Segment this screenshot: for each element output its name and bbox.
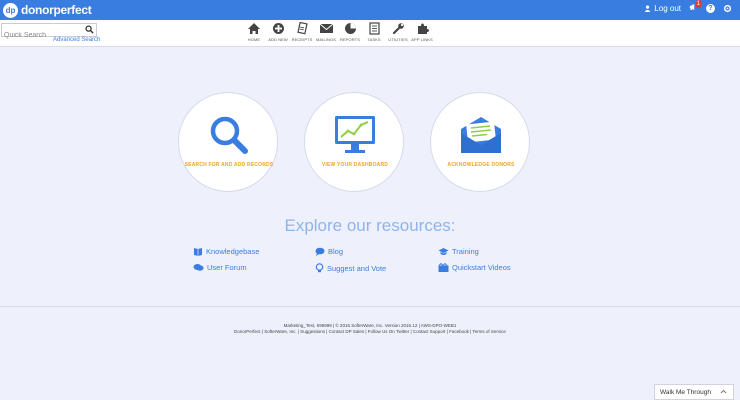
search-add-records-button[interactable]: SEARCH FOR AND ADD RECORDS [178, 92, 278, 192]
chevron-up-icon [720, 389, 727, 394]
reports-icon [344, 23, 356, 34]
view-dashboard-button[interactable]: VIEW YOUR DASHBOARD [304, 92, 404, 192]
logo-text: donorperfect [21, 3, 92, 17]
walkme-label: Walk Me Through [660, 388, 711, 396]
tasks-icon [368, 22, 380, 35]
search-icon [210, 116, 248, 154]
nav-receipts[interactable]: RECEIPTS [290, 22, 314, 42]
resource-label: Suggest and Vote [327, 263, 387, 273]
nav-label: TASKS [367, 37, 381, 42]
search-icon[interactable] [85, 25, 94, 34]
resource-label: User Forum [207, 263, 247, 272]
puzzle-icon [417, 23, 429, 34]
graduation-cap-icon [438, 248, 449, 255]
nav-app-links[interactable]: APP LINKS [410, 22, 434, 42]
resource-suggest-vote[interactable]: Suggest and Vote [315, 263, 386, 273]
logout-label: Log out [654, 3, 681, 13]
video-icon [438, 263, 449, 272]
nav-utilities[interactable]: UTILITIES [386, 22, 410, 42]
advanced-search-link[interactable]: Advanced Search [53, 37, 100, 43]
footer-links[interactable]: DonorPerfect | SofterWare, Inc. | Sugges… [0, 329, 740, 334]
add-icon [272, 23, 284, 34]
top-right-controls: Log out 1 ? [644, 0, 732, 13]
logo-badge: dp [3, 2, 18, 18]
mail-icon [319, 23, 333, 33]
home-icon [248, 23, 260, 34]
resource-label: Knowledgebase [206, 247, 260, 256]
nav-tasks[interactable]: TASKS [362, 22, 386, 42]
notification-count: 1 [694, 0, 702, 8]
action-label: ACKNOWLEDGE DONORS [447, 162, 515, 168]
receipts-icon [297, 22, 308, 35]
footer-divider [0, 306, 740, 307]
gear-icon[interactable] [723, 4, 732, 13]
wrench-icon [392, 23, 404, 35]
nav-mailings[interactable]: MAILINGS [314, 22, 338, 42]
logo[interactable]: dp donorperfect [3, 2, 92, 18]
help-icon[interactable]: ? [706, 3, 715, 13]
nav-label: APP LINKS [411, 37, 433, 42]
nav-home[interactable]: HOME [242, 22, 266, 42]
quick-search [1, 23, 97, 42]
blog-icon [315, 247, 325, 256]
book-icon [194, 248, 202, 256]
logout-button[interactable]: Log out [644, 4, 681, 13]
nav-add-new[interactable]: ADD NEW [266, 22, 290, 42]
nav-label: MAILINGS [316, 37, 336, 42]
resource-user-forum[interactable]: User Forum [193, 263, 247, 272]
dashboard-icon [335, 116, 375, 153]
resource-quickstart-videos[interactable]: Quickstart Videos [438, 263, 511, 272]
main-nav: HOME ADD NEW RECEIPTS MAILINGS REPORTS T… [242, 22, 434, 42]
envelope-icon [461, 117, 501, 153]
nav-label: REPORTS [340, 37, 360, 42]
resource-knowledgebase[interactable]: Knowledgebase [193, 247, 259, 256]
nav-label: HOME [247, 37, 261, 42]
resource-blog[interactable]: Blog [315, 247, 343, 256]
acknowledge-donors-button[interactable]: ACKNOWLEDGE DONORS [430, 92, 530, 192]
action-label: VIEW YOUR DASHBOARD [321, 162, 389, 168]
nav-reports[interactable]: REPORTS [338, 22, 362, 42]
notifications-button[interactable]: 1 [689, 0, 702, 13]
walk-me-through-button[interactable]: Walk Me Through [654, 384, 734, 400]
top-bar: dp donorperfect Log out 1 ? [0, 0, 740, 20]
resource-label: Blog [328, 247, 344, 256]
user-icon [644, 4, 651, 12]
chat-icon [193, 264, 204, 271]
action-label: SEARCH FOR AND ADD RECORDS [184, 162, 274, 168]
nav-label: UTILITIES [388, 37, 408, 42]
resource-label: Training [452, 247, 479, 256]
nav-label: RECEIPTS [291, 37, 313, 42]
resource-training[interactable]: Training [438, 247, 479, 256]
resources-heading: Explore our resources: [284, 216, 456, 235]
nav-label: ADD NEW [268, 37, 288, 42]
footer-version-info: Marketing_Test, 699999 | © 2016 SofterWa… [283, 323, 457, 328]
lightbulb-icon [315, 263, 324, 273]
resource-label: Quickstart Videos [452, 263, 511, 272]
